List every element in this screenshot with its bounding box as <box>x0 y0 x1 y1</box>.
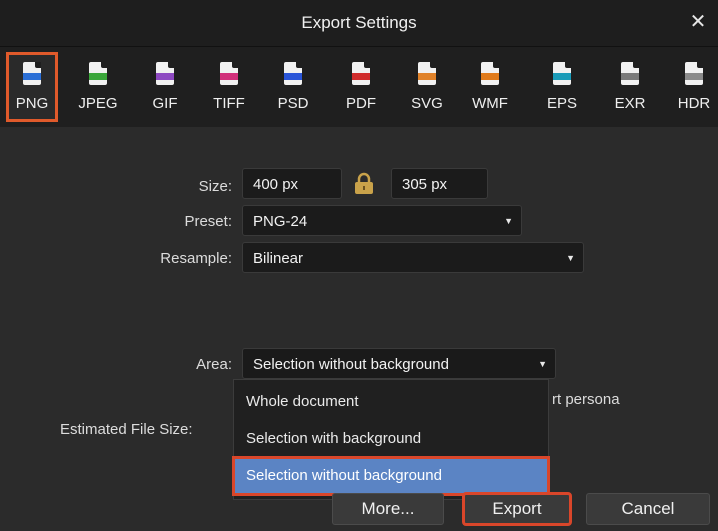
chevron-down-icon: ▼ <box>504 216 513 226</box>
area-value: Selection without background <box>253 356 449 373</box>
dialog-title: Export Settings <box>301 13 417 32</box>
close-icon[interactable]: ✕ <box>686 10 710 34</box>
format-svg[interactable]: SVG <box>401 52 453 122</box>
hdr-file-icon <box>685 62 703 85</box>
format-label: PNG <box>15 95 49 112</box>
svg-file-icon <box>418 62 436 85</box>
format-label: SVG <box>411 95 443 112</box>
size-label: Size: <box>198 178 232 195</box>
file-icon-color-band <box>352 73 370 80</box>
file-icon-color-band <box>621 73 639 80</box>
wmf-file-icon <box>481 62 499 85</box>
png-file-icon <box>23 62 41 85</box>
format-eps[interactable]: EPS <box>536 52 588 122</box>
format-jpeg[interactable]: JPEG <box>72 52 124 122</box>
file-icon-color-band <box>418 73 436 80</box>
format-label: HDR <box>677 95 711 112</box>
exr-file-icon <box>621 62 639 85</box>
eps-file-icon <box>553 62 571 85</box>
format-tiff[interactable]: TIFF <box>203 52 255 122</box>
title-bar: Export Settings ✕ <box>0 0 718 47</box>
gif-file-icon <box>156 62 174 85</box>
file-icon-color-band <box>156 73 174 80</box>
format-label: PSD <box>277 95 309 112</box>
preset-select[interactable]: PNG-24 ▼ <box>242 205 522 236</box>
lock-icon[interactable] <box>352 172 376 196</box>
area-dropdown-menu: Whole document Selection with background… <box>232 379 550 500</box>
chevron-down-icon: ▼ <box>566 253 575 263</box>
preset-label: Preset: <box>184 213 232 230</box>
format-strip: PNG JPEG GIF TIFF PSD PDF SVG WMF EPS EXR HDR <box>0 47 718 127</box>
resample-label: Resample: <box>160 250 232 267</box>
tiff-file-icon <box>220 62 238 85</box>
file-icon-color-band <box>23 73 41 80</box>
area-option-selection-with-background[interactable]: Selection with background <box>234 421 548 457</box>
chevron-down-icon: ▼ <box>538 359 547 369</box>
format-label: JPEG <box>78 95 118 112</box>
file-icon-color-band <box>220 73 238 80</box>
resample-select[interactable]: Bilinear ▼ <box>242 242 584 273</box>
file-icon-color-band <box>284 73 302 80</box>
file-icon-color-band <box>685 73 703 80</box>
format-pdf[interactable]: PDF <box>335 52 387 122</box>
area-option-selection-without-background[interactable]: Selection without background <box>232 456 550 496</box>
format-label: EXR <box>614 95 646 112</box>
format-label: WMF <box>472 95 508 112</box>
format-label: PDF <box>346 95 376 112</box>
height-input[interactable]: 305 px <box>391 168 488 199</box>
area-option-whole-document[interactable]: Whole document <box>234 384 548 420</box>
format-label: GIF <box>152 95 178 112</box>
preset-value: PNG-24 <box>253 213 308 230</box>
resample-value: Bilinear <box>253 250 304 267</box>
format-gif[interactable]: GIF <box>139 52 191 122</box>
psd-file-icon <box>284 62 302 85</box>
format-label: TIFF <box>213 95 245 112</box>
cancel-button[interactable]: Cancel <box>586 493 710 525</box>
format-label: EPS <box>546 95 577 112</box>
width-input[interactable]: 400 px <box>242 168 342 199</box>
file-icon-color-band <box>553 73 571 80</box>
export-button[interactable]: Export <box>462 492 572 526</box>
pdf-file-icon <box>352 62 370 85</box>
format-png[interactable]: PNG <box>6 52 58 122</box>
format-wmf[interactable]: WMF <box>464 52 516 122</box>
area-select[interactable]: Selection without background ▼ <box>242 348 556 379</box>
persona-partial-text: rt persona <box>552 391 620 408</box>
file-icon-color-band <box>89 73 107 80</box>
area-label: Area: <box>196 356 232 373</box>
jpeg-file-icon <box>89 62 107 85</box>
format-psd[interactable]: PSD <box>267 52 319 122</box>
format-hdr[interactable]: HDR <box>668 52 718 122</box>
export-settings-dialog: Export Settings ✕ PNG JPEG GIF TIFF PSD PDF SV… <box>0 0 718 531</box>
estimated-file-size-label: Estimated File Size: <box>60 421 193 438</box>
file-icon-color-band <box>481 73 499 80</box>
more-button[interactable]: More... <box>332 493 444 525</box>
format-exr[interactable]: EXR <box>604 52 656 122</box>
